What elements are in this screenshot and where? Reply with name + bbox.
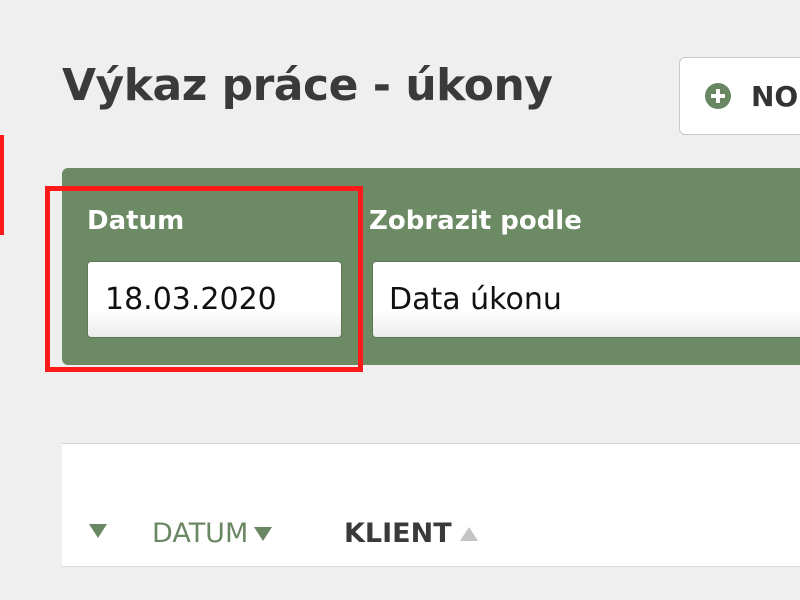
new-record-button-label: NO (751, 79, 799, 113)
highlight-edge-mark (0, 135, 4, 235)
new-record-button[interactable]: NO (679, 57, 800, 135)
column-header-date[interactable]: DATUM (152, 518, 273, 549)
column-header-client[interactable]: KLIENT (344, 518, 478, 549)
caret-down-icon[interactable] (89, 524, 107, 538)
sort-descending-icon (254, 526, 273, 541)
view-by-label: Zobrazit podle (369, 206, 582, 236)
column-header-client-label: KLIENT (344, 518, 452, 549)
column-header-date-label: DATUM (152, 518, 249, 549)
view-by-select[interactable]: Data úkonu (372, 261, 800, 338)
page: Výkaz práce - úkony NO Datum 18.03.2020 … (0, 0, 800, 600)
plus-circle-icon (705, 83, 731, 109)
page-title: Výkaz práce - úkony (62, 60, 553, 111)
results-table: DATUM KLIENT (62, 443, 800, 567)
sort-ascending-icon (459, 526, 478, 541)
date-highlight-box (45, 186, 363, 372)
